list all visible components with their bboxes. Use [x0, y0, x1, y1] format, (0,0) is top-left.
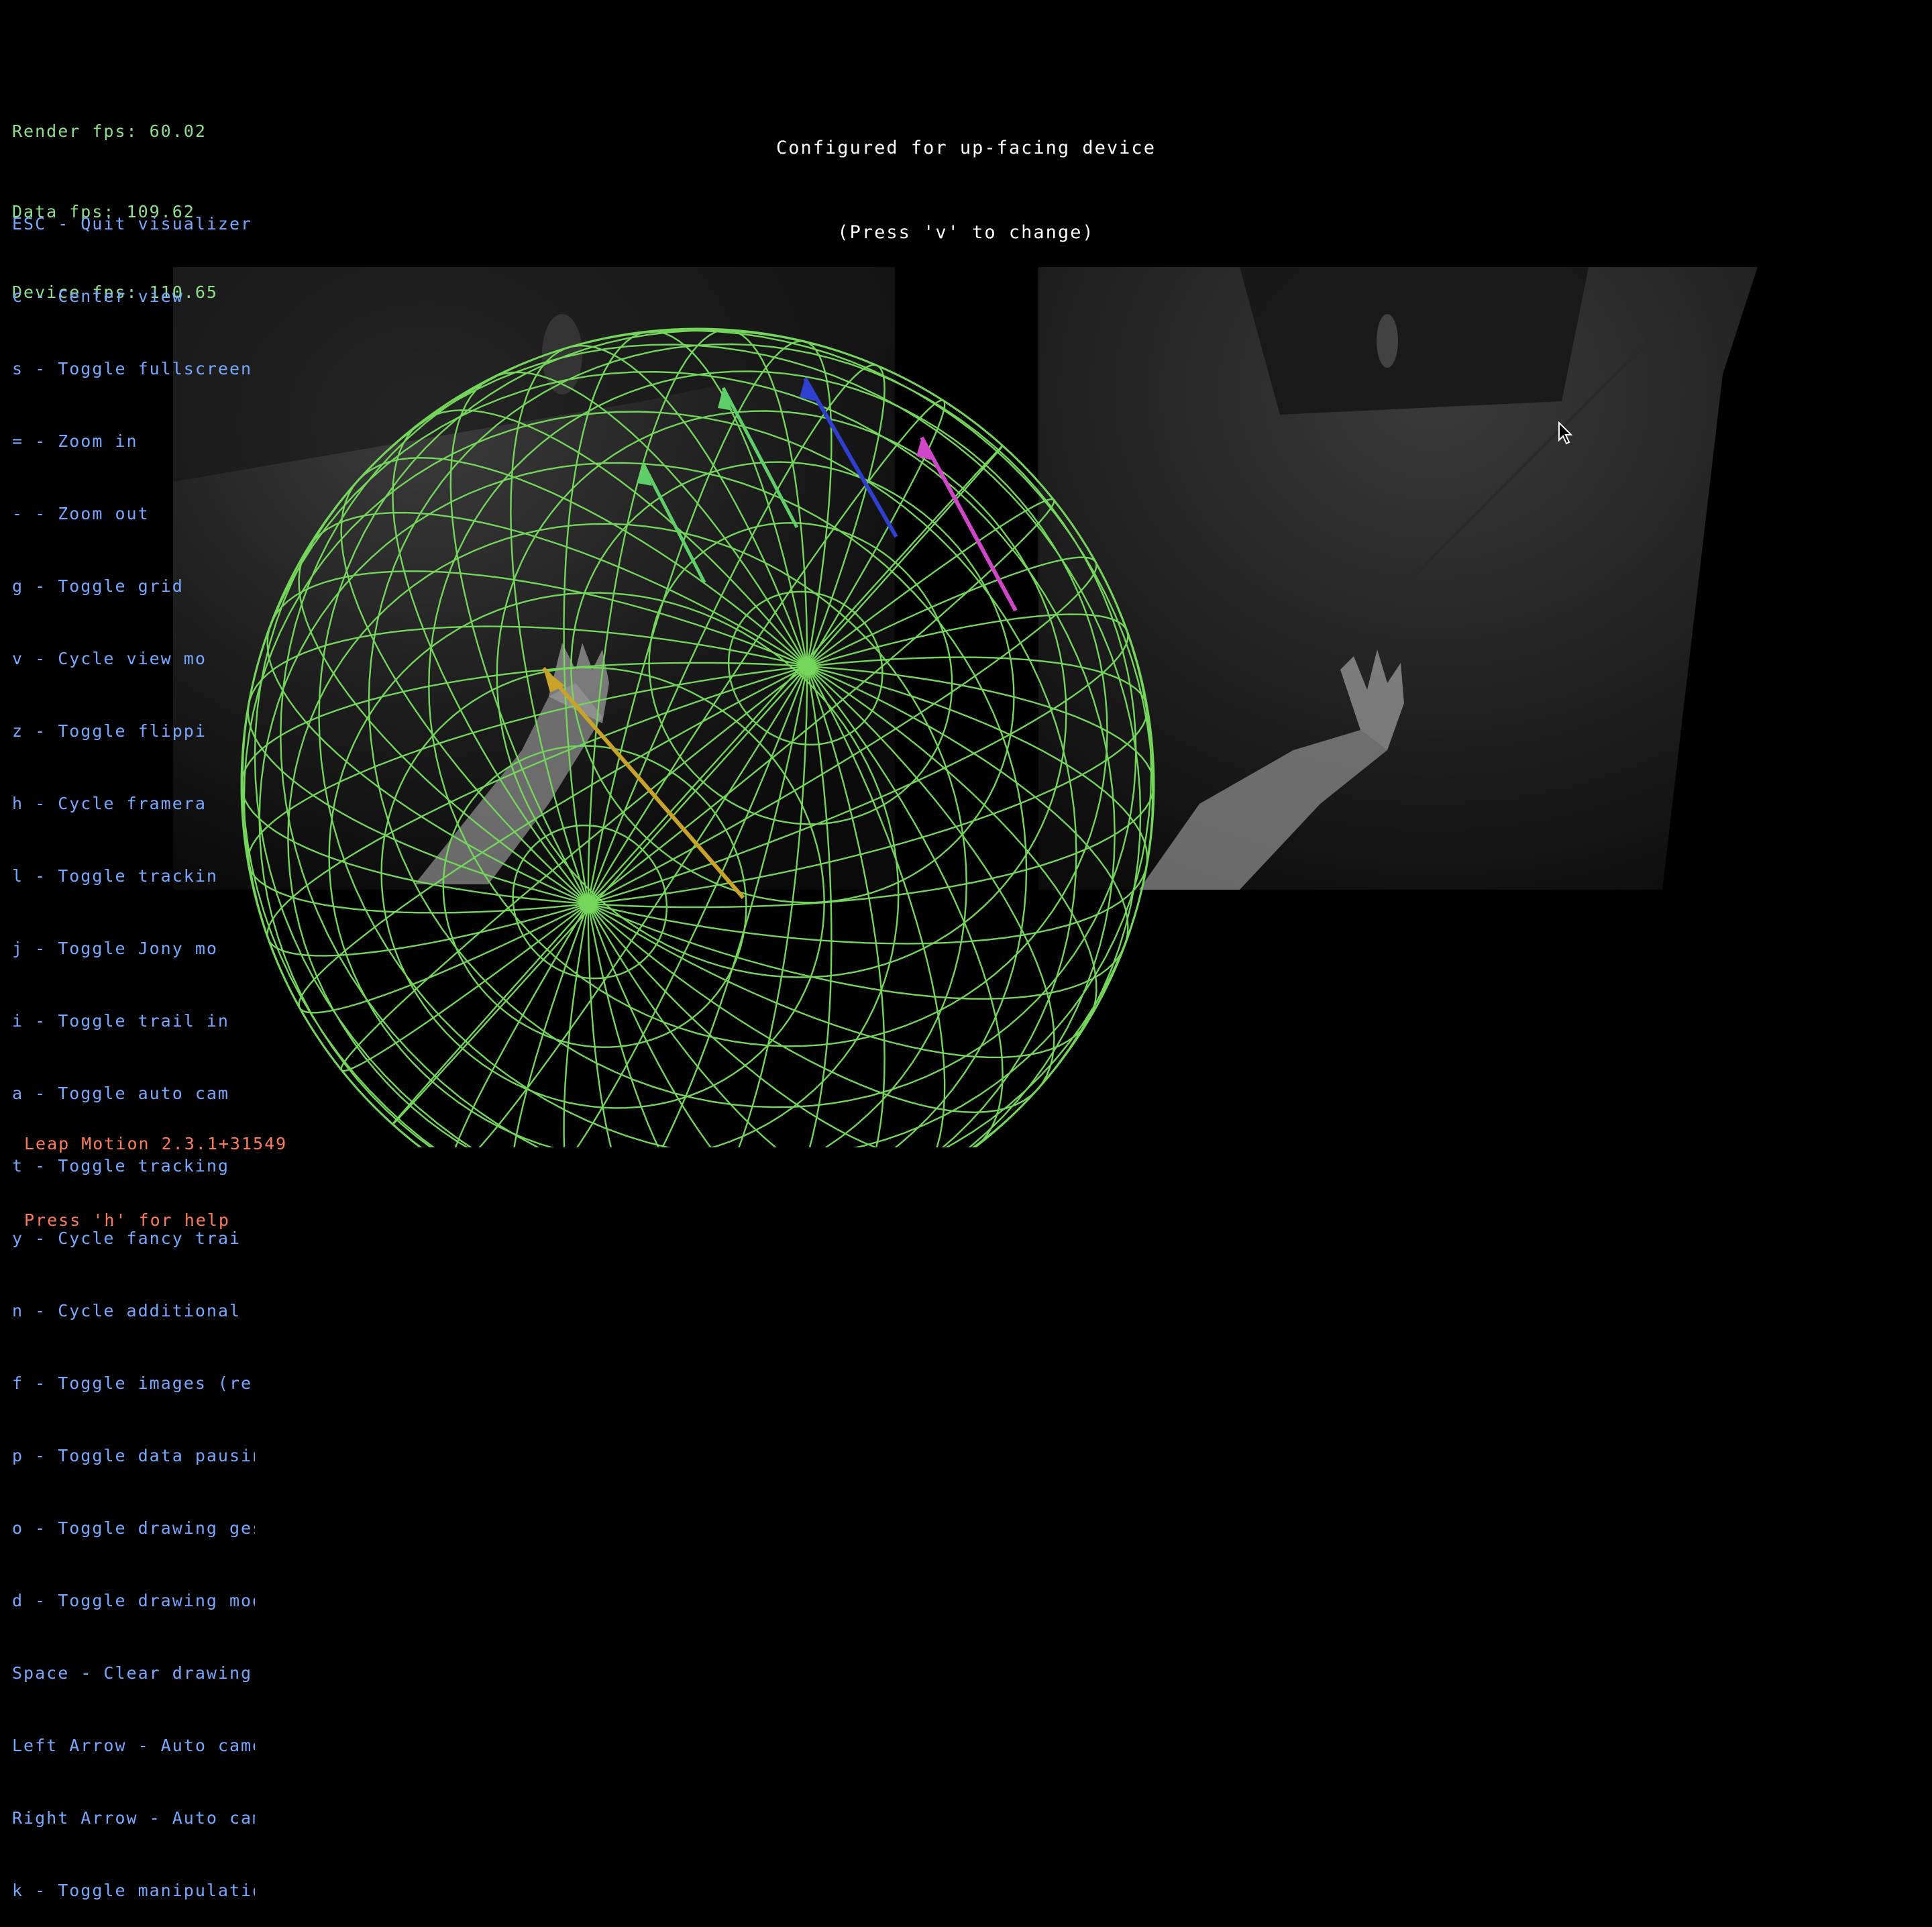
shortcut-item: z - Toggle flippi [12, 721, 207, 741]
shortcut-item: k - Toggle manipulatio [12, 1881, 255, 1900]
version-info: Leap Motion 2.3.1+31549 Press 'h' for he… [24, 1080, 287, 1259]
sphere-wire [340, 666, 808, 1072]
wireframe-sphere-icon [240, 327, 1155, 1208]
sphere-wire [266, 570, 808, 904]
sphere-wire [240, 662, 808, 905]
shortcut-item: p - Toggle data pausin [12, 1446, 255, 1465]
shortcut-item: - - Zoom out [12, 504, 150, 523]
shortcut-item: j - Toggle Jony mo [12, 939, 218, 958]
sphere-wire [588, 665, 1155, 908]
keyboard-shortcuts-list: ESC - Quit visualizer c - Center view s … [12, 164, 255, 1927]
shortcut-item: o - Toggle drawing ges [12, 1518, 255, 1538]
version-label: Leap Motion 2.3.1+31549 [24, 1134, 288, 1153]
shortcut-item: c - Center view [12, 287, 184, 306]
shortcut-item: l - Toggle trackin [12, 866, 218, 886]
sphere-wire [587, 666, 946, 1199]
shortcut-item: s - Toggle fullscreen [12, 359, 253, 378]
shortcut-item: Left Arrow - Auto camer [12, 1736, 255, 1755]
sphere-wire [510, 344, 808, 904]
shortcut-item: g - Toggle grid [12, 576, 184, 596]
shortcut-item: Right Arrow - Auto came [12, 1808, 255, 1828]
sphere-outline [240, 327, 1155, 1208]
shortcut-item: h - Cycle framera [12, 794, 207, 813]
shortcut-item: n - Cycle additional [12, 1301, 241, 1320]
sphere-wire [588, 666, 1097, 1059]
sphere-wire [298, 511, 808, 904]
shortcut-item: f - Toggle images (re [12, 1373, 253, 1393]
config-line-1: Configured for up-facing device [776, 138, 1156, 158]
sphere-wire [241, 370, 1116, 1208]
config-line-2: (Press 'v' to change) [837, 222, 1095, 243]
sphere-wire [588, 498, 1055, 904]
device-config-message: Configured for up-facing device (Press '… [0, 78, 1932, 275]
sphere-wire [449, 371, 808, 904]
help-hint: Press 'h' for help [24, 1210, 230, 1230]
sphere-wire [587, 340, 833, 904]
sphere-wire [266, 665, 808, 957]
sphere-wire [563, 330, 808, 904]
sphere-wire [588, 613, 1129, 905]
sphere-wire [588, 666, 1129, 1000]
shortcut-item: Space - Clear drawing [12, 1663, 253, 1683]
arrow-green-2 [718, 386, 799, 529]
shortcut-item: i - Toggle trail in [12, 1011, 229, 1031]
sphere-wire [587, 666, 833, 1208]
arrow-blue [800, 377, 898, 538]
mouse-pointer-icon [1558, 421, 1573, 445]
sphere-wire [318, 329, 1152, 1159]
arrow-yellow [541, 667, 745, 899]
shortcut-item: d - Toggle drawing mode [12, 1591, 255, 1610]
sphere-wire [587, 666, 885, 1208]
shortcut-item: = - Zoom in [12, 431, 138, 451]
shortcut-item: v - Cycle view mo [12, 649, 207, 668]
